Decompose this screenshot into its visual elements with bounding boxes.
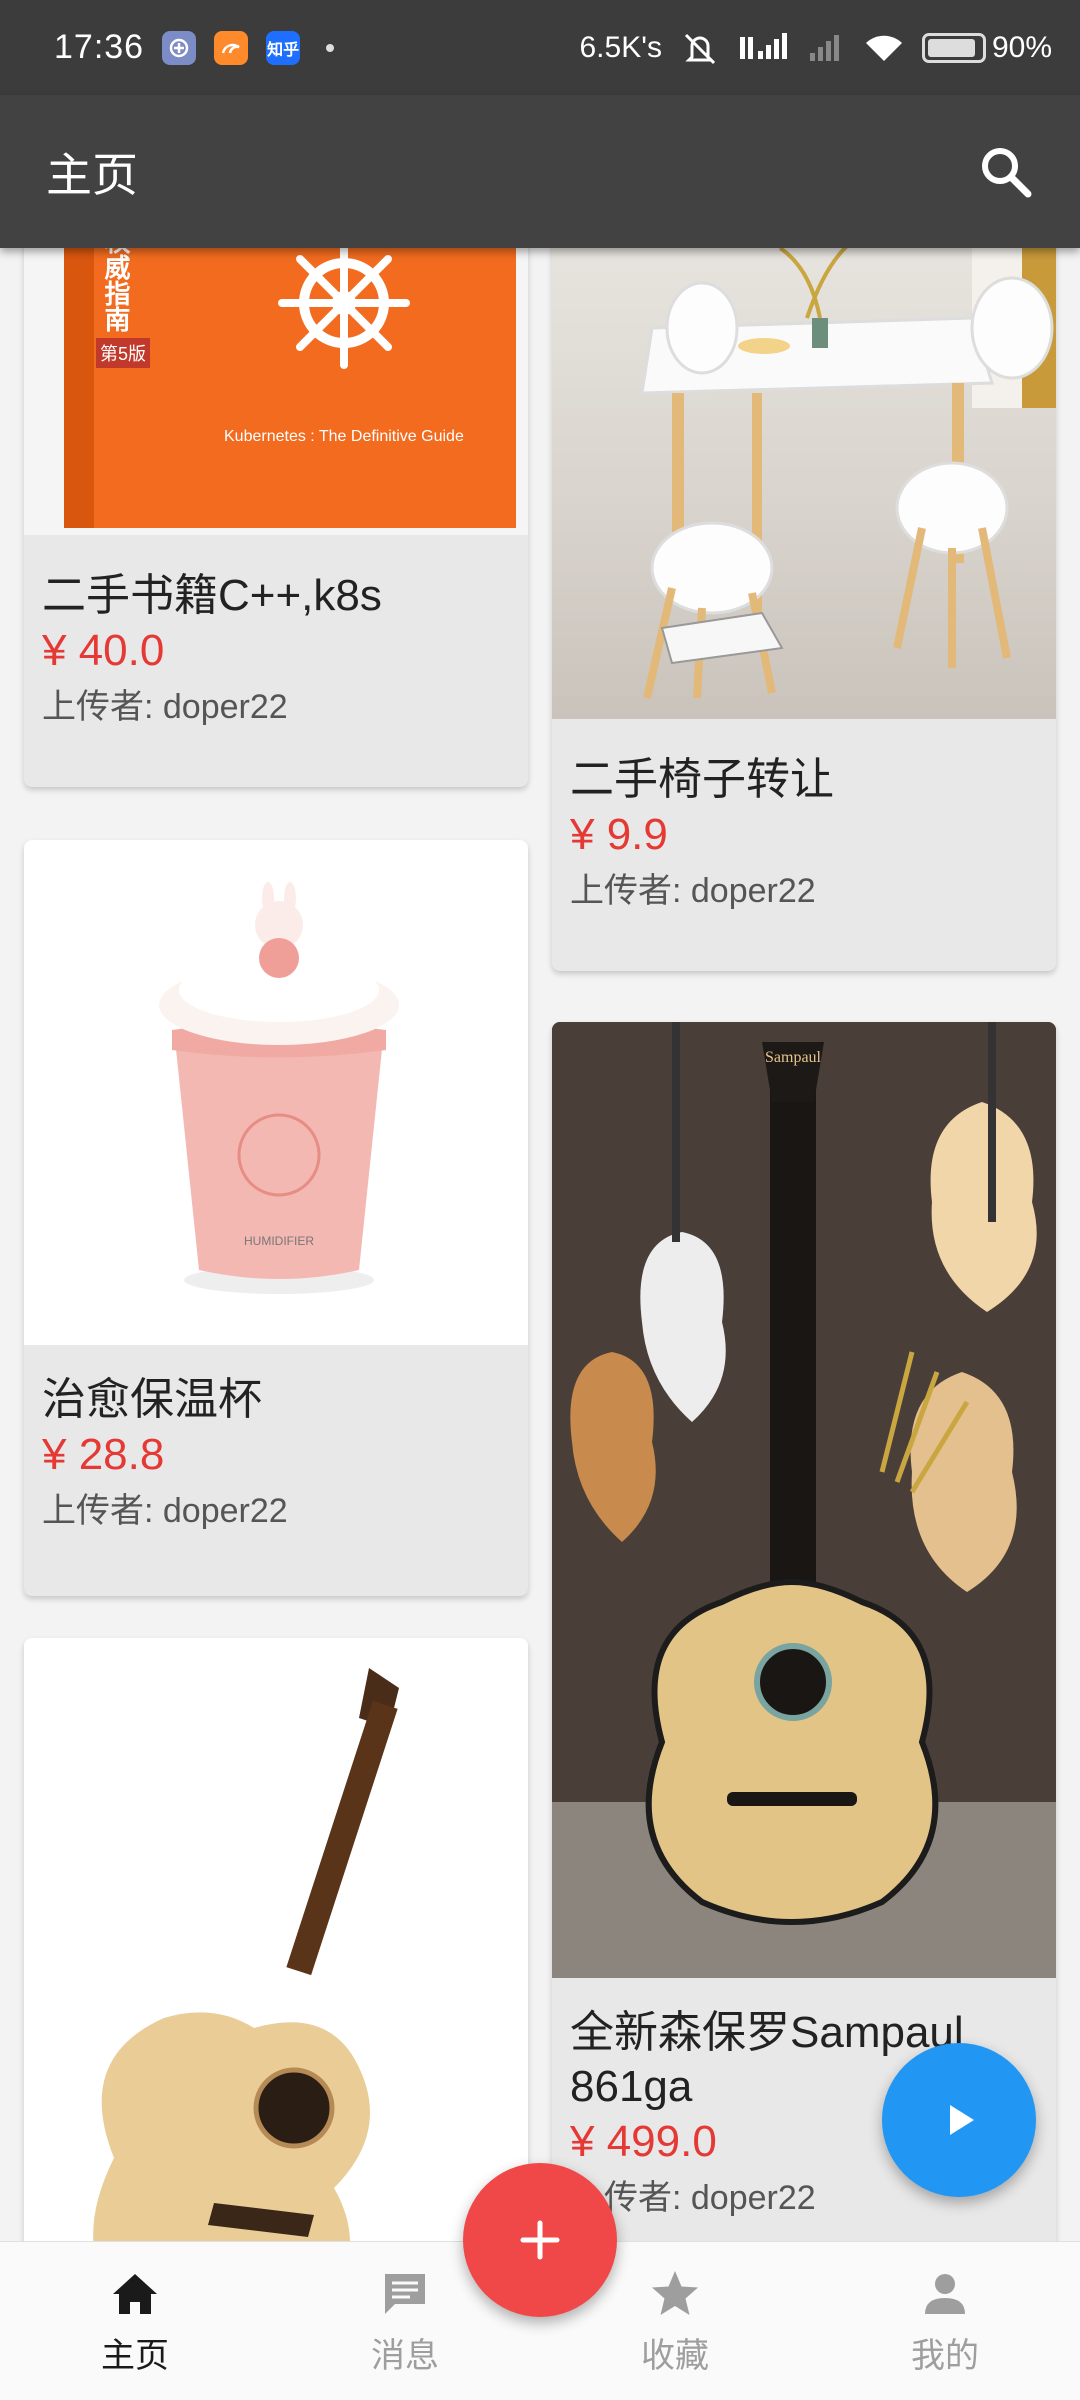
cup-label: HUMIDIFIER xyxy=(244,1234,314,1248)
search-icon xyxy=(982,147,1032,197)
zhihu-icon: 知乎 xyxy=(266,30,301,65)
notification-dot xyxy=(326,43,335,52)
product-info-book: 二手书籍C++,k8s ¥ 40.0 上传者: doper22 xyxy=(24,541,528,735)
battery-icon xyxy=(921,32,986,63)
humidifier-cup-image: HUMIDIFIER xyxy=(159,882,399,1294)
product-info-chair: 二手椅子转让 ¥ 9.9 上传者: doper22 xyxy=(552,725,1056,919)
ship-wheel-icon xyxy=(278,248,410,369)
nav-item-home[interactable]: 主页 xyxy=(0,2242,270,2400)
table-and-chairs-image xyxy=(640,248,1056,699)
nav-label-favorites: 收藏 xyxy=(641,2336,709,2375)
add-product-button[interactable] xyxy=(463,2163,617,2317)
product-uploader: 上传者: doper22 xyxy=(570,872,816,910)
wifi-icon xyxy=(865,35,902,61)
book-title-vertical: 权威指南 xyxy=(101,248,131,332)
product-title: 二手书籍C++,k8s xyxy=(42,571,382,620)
app-bar: 主页 xyxy=(0,95,1080,248)
app-blue-icon xyxy=(162,30,197,65)
product-price: ¥ 40.0 xyxy=(42,626,165,675)
product-uploader: 上传者: doper22 xyxy=(42,1492,288,1530)
product-info-cup: 治愈保温杯 ¥ 28.8 上传者: doper22 xyxy=(24,1345,528,1539)
product-title: 治愈保温杯 xyxy=(42,1375,262,1424)
product-card-acoustic-guitar[interactable] xyxy=(24,1638,528,2241)
signal-hd-icon xyxy=(739,32,787,59)
person-icon xyxy=(925,2273,965,2314)
book-edition: 第5版 xyxy=(96,338,151,368)
status-bar: 17:36 知乎 6.5K's 90% xyxy=(0,0,1080,95)
message-icon xyxy=(385,2273,425,2314)
status-time: 17:36 xyxy=(54,28,145,66)
nav-label-profile: 我的 xyxy=(911,2336,979,2375)
product-image-book[interactable]: 权威指南 第5版 Kubernetes : The Definitive Gui… xyxy=(24,248,528,535)
product-title: 二手椅子转让 xyxy=(570,755,834,804)
book-subtitle: Kubernetes : The Definitive Guide xyxy=(224,428,464,445)
product-image-sampaul-guitar[interactable]: Sampaul xyxy=(552,1022,1056,1978)
mute-bell-icon xyxy=(684,33,716,64)
product-card-cup[interactable]: HUMIDIFIER 治愈保温杯 ¥ 28.8 上传者: doper22 xyxy=(24,840,528,1596)
uc-browser-icon xyxy=(214,30,249,65)
status-right: 6.5K's 90% xyxy=(579,30,1052,65)
play-icon xyxy=(950,2105,974,2135)
product-card-chair[interactable]: 二手椅子转让 ¥ 9.9 上传者: doper22 xyxy=(552,248,1056,971)
product-card-book[interactable]: 权威指南 第5版 Kubernetes : The Definitive Gui… xyxy=(24,248,528,787)
acoustic-guitar-image xyxy=(93,1668,399,2241)
home-icon xyxy=(113,2273,157,2314)
play-button[interactable] xyxy=(882,2043,1036,2197)
nav-label-home: 主页 xyxy=(101,2336,169,2375)
product-price: ¥ 28.8 xyxy=(42,1430,165,1479)
product-uploader: 上传者: doper22 xyxy=(42,688,288,726)
search-button[interactable] xyxy=(970,136,1042,208)
guitar-showroom-image: Sampaul xyxy=(552,1022,1056,1978)
signal-weak-icon xyxy=(809,34,839,61)
product-feed[interactable]: 权威指南 第5版 Kubernetes : The Definitive Gui… xyxy=(0,248,1080,2241)
status-left: 17:36 知乎 xyxy=(54,28,335,67)
product-image-acoustic-guitar[interactable] xyxy=(24,1638,528,2241)
net-speed: 6.5K's xyxy=(579,30,662,64)
guitar-brand: Sampaul xyxy=(765,1049,822,1066)
nav-item-profile[interactable]: 我的 xyxy=(810,2242,1080,2400)
battery-indicator: 90% xyxy=(921,30,1052,65)
product-image-chair[interactable] xyxy=(552,248,1056,719)
plus-icon xyxy=(520,2220,560,2260)
star-icon xyxy=(652,2270,698,2315)
battery-level: 90% xyxy=(991,30,1052,64)
product-image-cup[interactable]: HUMIDIFIER xyxy=(24,840,528,1345)
nav-label-messages: 消息 xyxy=(371,2336,439,2375)
page-title: 主页 xyxy=(46,148,138,201)
book-cover: 权威指南 第5版 Kubernetes : The Definitive Gui… xyxy=(64,248,516,528)
product-price: ¥ 9.9 xyxy=(570,810,668,859)
